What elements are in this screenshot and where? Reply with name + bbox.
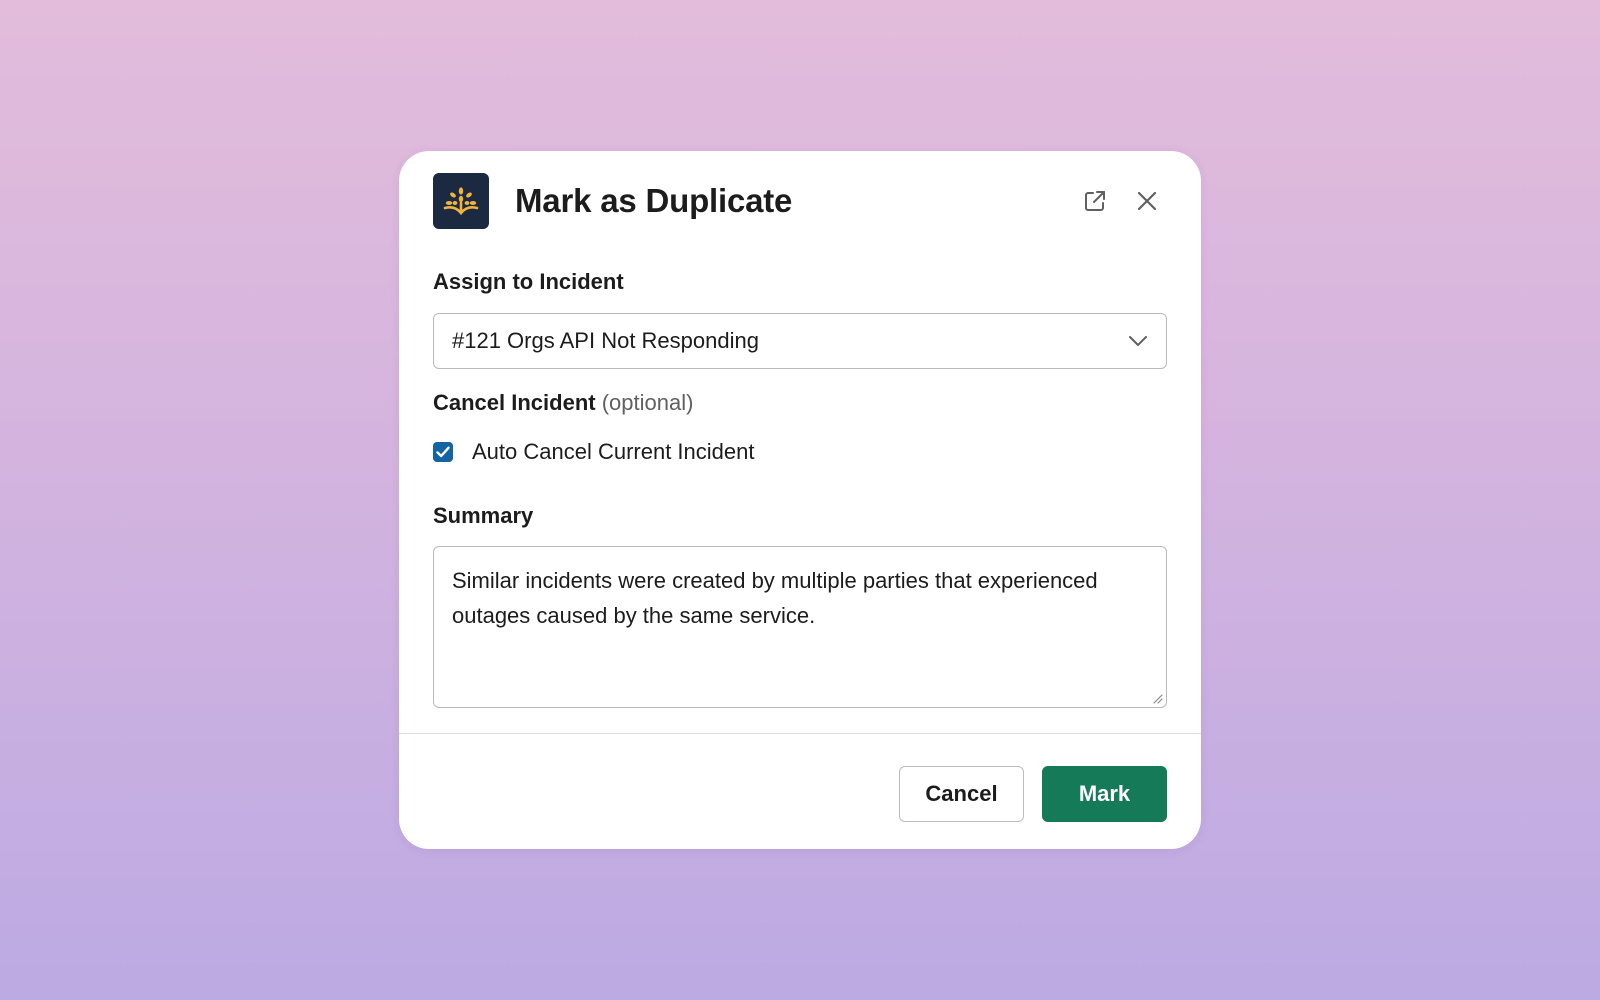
open-external-button[interactable] bbox=[1075, 181, 1115, 221]
close-icon bbox=[1137, 191, 1157, 211]
cancel-incident-label: Cancel Incident (optional) bbox=[433, 390, 693, 416]
auto-cancel-checkbox[interactable] bbox=[433, 442, 453, 462]
checkmark-icon bbox=[436, 446, 450, 458]
close-button[interactable] bbox=[1127, 181, 1167, 221]
chevron-down-icon bbox=[1129, 336, 1147, 346]
cancel-button[interactable]: Cancel bbox=[899, 766, 1024, 822]
mark-duplicate-modal: Mark as Duplicate Assign to Incident #12… bbox=[399, 151, 1201, 849]
assign-incident-label: Assign to Incident bbox=[433, 269, 624, 294]
footer-divider bbox=[399, 733, 1201, 734]
modal-title: Mark as Duplicate bbox=[515, 182, 793, 219]
incident-select-value: #121 Orgs API Not Responding bbox=[452, 328, 759, 353]
summary-label: Summary bbox=[433, 503, 534, 528]
auto-cancel-label[interactable]: Auto Cancel Current Incident bbox=[472, 439, 755, 465]
incident-select[interactable]: #121 Orgs API Not Responding bbox=[433, 313, 1167, 369]
cancel-incident-label-text: Cancel Incident bbox=[433, 390, 596, 415]
sprouting-sun-logo-icon bbox=[443, 187, 479, 216]
auto-cancel-option[interactable]: Auto Cancel Current Incident bbox=[433, 439, 755, 465]
mark-button[interactable]: Mark bbox=[1042, 766, 1167, 822]
app-logo bbox=[433, 173, 489, 229]
background: Mark as Duplicate Assign to Incident #12… bbox=[0, 0, 1600, 1000]
external-link-icon bbox=[1085, 191, 1105, 211]
resize-handle-icon[interactable] bbox=[1151, 692, 1163, 704]
modal-header: Mark as Duplicate bbox=[433, 173, 1167, 229]
optional-hint: (optional) bbox=[601, 390, 694, 415]
summary-textarea[interactable]: Similar incidents were created by multip… bbox=[433, 546, 1167, 708]
summary-text: Similar incidents were created by multip… bbox=[452, 568, 1098, 628]
